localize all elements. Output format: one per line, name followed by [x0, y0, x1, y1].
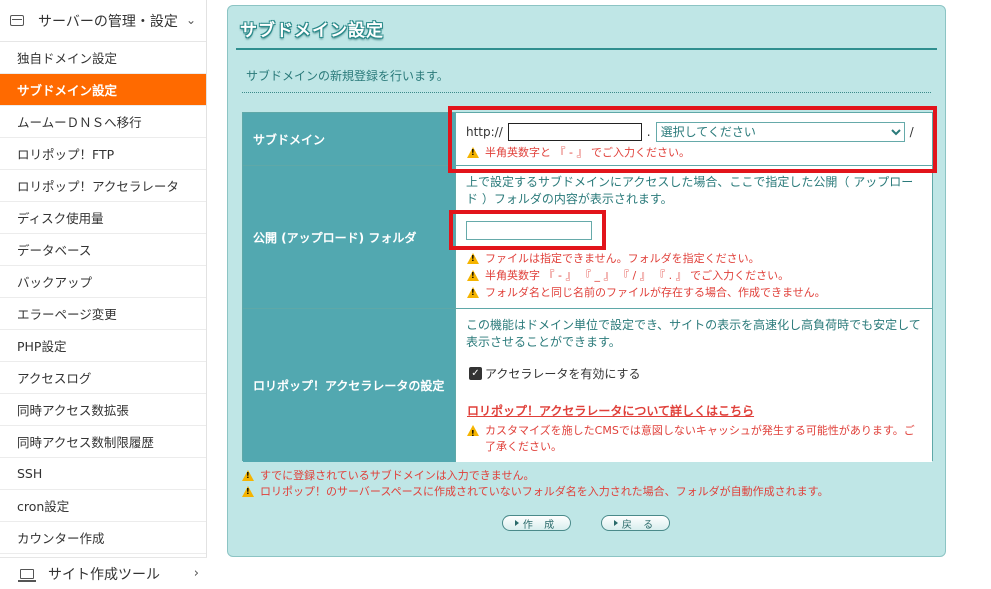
- intro-text: サブドメインの新規登録を行います。: [246, 69, 449, 83]
- dotted-divider: [242, 92, 931, 93]
- note-2: ロリポップ！のサーバースペースに作成されていないフォルダ名を入力された場合、フォ…: [242, 483, 829, 499]
- highlight-box-folder: [449, 210, 606, 250]
- create-button[interactable]: 作 成: [502, 515, 571, 531]
- accelerator-label: ロリポップ！アクセラレータの設定: [243, 309, 456, 462]
- accelerator-info-link[interactable]: ロリポップ！アクセラレータについて詳しくはこちら: [467, 402, 754, 419]
- accelerator-value-cell: この機能はドメイン単位で設定でき、サイトの表示を高速化し高負荷時でも安定して表示…: [456, 309, 932, 462]
- sidebar-item-ftp[interactable]: ロリポップ！FTP: [0, 138, 206, 170]
- chevron-down-icon: ⌄: [185, 13, 196, 27]
- sidebar-item-cron[interactable]: cron設定: [0, 490, 206, 522]
- laptop-icon: [18, 568, 36, 582]
- sidebar-item-subdomain[interactable]: サブドメイン設定: [0, 74, 206, 106]
- sidebar-item-disk-usage[interactable]: ディスク使用量: [0, 202, 206, 234]
- accelerator-checkbox[interactable]: ✓: [469, 367, 482, 380]
- arrow-right-icon: [613, 520, 618, 526]
- sidebar-item-php[interactable]: PHP設定: [0, 330, 206, 362]
- warning-icon: [242, 485, 254, 497]
- sidebar-item-concurrent-limit-history[interactable]: 同時アクセス数制限履歴: [0, 426, 206, 458]
- arrow-right-icon: [514, 520, 519, 526]
- sidebar-group-label: サイト作成ツール: [48, 566, 160, 583]
- accelerator-checkbox-row: ✓ アクセラレータを有効にする: [469, 365, 641, 382]
- row-accelerator: ロリポップ！アクセラレータの設定 この機能はドメイン単位で設定でき、サイトの表示…: [243, 309, 932, 462]
- warning-icon: [467, 252, 479, 264]
- subdomain-settings-panel: サブドメイン設定 サブドメインの新規登録を行います。 サブドメイン http:/…: [227, 5, 946, 557]
- warning-icon: [242, 469, 254, 481]
- warning-icon: [467, 286, 479, 298]
- sidebar-group-label: サーバーの管理・設定: [38, 13, 178, 30]
- sidebar-item-access-log[interactable]: アクセスログ: [0, 362, 206, 394]
- sidebar-item-ssh[interactable]: SSH: [0, 458, 206, 490]
- sidebar-item-database[interactable]: データベース: [0, 234, 206, 266]
- sidebar-item-domain[interactable]: 独自ドメイン設定: [0, 42, 206, 74]
- accelerator-description: この機能はドメイン単位で設定でき、サイトの表示を高速化し高負荷時でも安定して表示…: [466, 318, 921, 349]
- sidebar-item-accelerator[interactable]: ロリポップ！アクセラレータ: [0, 170, 206, 202]
- subdomain-label: サブドメイン: [243, 113, 456, 165]
- accelerator-warning: カスタマイズを施したCMSでは意図しないキャッシュが発生する可能性があります。ご…: [467, 423, 925, 455]
- page-title: サブドメイン設定: [240, 21, 384, 41]
- sidebar-group-site-tools[interactable]: サイト作成ツール ›: [0, 557, 207, 589]
- back-button[interactable]: 戻 る: [601, 515, 670, 531]
- folder-warning-1: ファイルは指定できません。フォルダを指定ください。: [467, 250, 760, 266]
- server-icon: [10, 15, 24, 26]
- public-folder-description: 上で設定するサブドメインにアクセスした場合、ここで指定した公開（ アップロード …: [466, 175, 914, 206]
- note-1: すでに登録されているサブドメインは入力できません。: [242, 467, 534, 483]
- warning-icon: [467, 269, 479, 281]
- accelerator-checkbox-label: アクセラレータを有効にする: [485, 367, 641, 381]
- sidebar-item-concurrent-access[interactable]: 同時アクセス数拡張: [0, 394, 206, 426]
- folder-warning-2: 半角英数字 『 - 』 『 _ 』 『 / 』 『 . 』 でご入力ください。: [467, 267, 789, 283]
- title-divider: [236, 48, 937, 50]
- sidebar: サーバーの管理・設定 ⌄ 独自ドメイン設定 サブドメイン設定 ムームーＤＮＳへ移…: [0, 0, 207, 589]
- highlight-box-subdomain: [448, 106, 937, 173]
- sidebar-item-muumuu-dns[interactable]: ムームーＤＮＳへ移行: [0, 106, 206, 138]
- warning-icon: [467, 425, 479, 442]
- sidebar-group-server-settings[interactable]: サーバーの管理・設定 ⌄: [0, 0, 206, 42]
- public-folder-label: 公開 (アップロード) フォルダ: [243, 166, 456, 308]
- sidebar-item-backup[interactable]: バックアップ: [0, 266, 206, 298]
- chevron-right-icon: ›: [193, 566, 199, 581]
- sidebar-item-counter[interactable]: カウンター作成: [0, 522, 206, 554]
- folder-warning-3: フォルダ名と同じ名前のファイルが存在する場合、作成できません。: [467, 284, 826, 300]
- sidebar-item-error-page[interactable]: エラーページ変更: [0, 298, 206, 330]
